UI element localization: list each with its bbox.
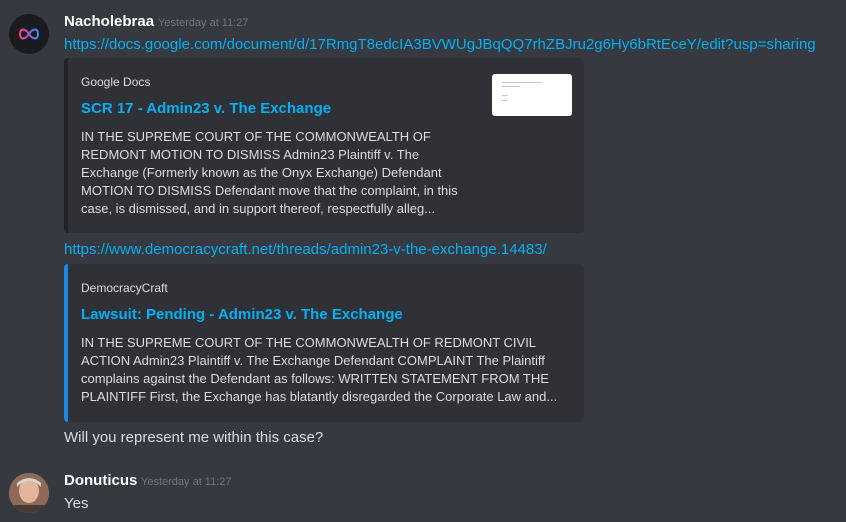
google-docs-embed: Google Docs SCR 17 - Admin23 v. The Exch… xyxy=(64,58,584,233)
democracycraft-embed: DemocracyCraft Lawsuit: Pending - Admin2… xyxy=(64,264,584,422)
document-thumbnail[interactable] xyxy=(492,74,572,116)
user-avatar[interactable] xyxy=(9,14,49,54)
username[interactable]: Nacholebraa xyxy=(64,13,154,30)
embed-description: IN THE SUPREME COURT OF THE COMMONWEALTH… xyxy=(81,335,558,404)
democracycraft-link[interactable]: https://www.democracycraft.net/threads/a… xyxy=(64,241,547,258)
embed-title-link[interactable]: Lawsuit: Pending - Admin23 v. The Exchan… xyxy=(81,306,403,323)
embed-description: IN THE SUPREME COURT OF THE COMMONWEALTH… xyxy=(81,129,458,216)
message-text: Yes xyxy=(64,495,89,512)
username[interactable]: Donuticus xyxy=(64,472,137,489)
infinity-logo-icon xyxy=(18,28,40,40)
message-text: Will you represent me within this case? xyxy=(64,429,324,446)
google-docs-link[interactable]: https://docs.google.com/document/d/17Rmg… xyxy=(64,36,816,53)
user-avatar[interactable] xyxy=(9,473,49,513)
embed-title-link[interactable]: SCR 17 - Admin23 v. The Exchange xyxy=(81,100,331,117)
timestamp: Yesterday at 11:27 xyxy=(158,17,249,29)
person-photo-icon xyxy=(9,473,49,513)
embed-provider: DemocracyCraft xyxy=(81,281,168,295)
timestamp: Yesterday at 11:27 xyxy=(141,476,232,488)
embed-provider: Google Docs xyxy=(81,75,151,89)
